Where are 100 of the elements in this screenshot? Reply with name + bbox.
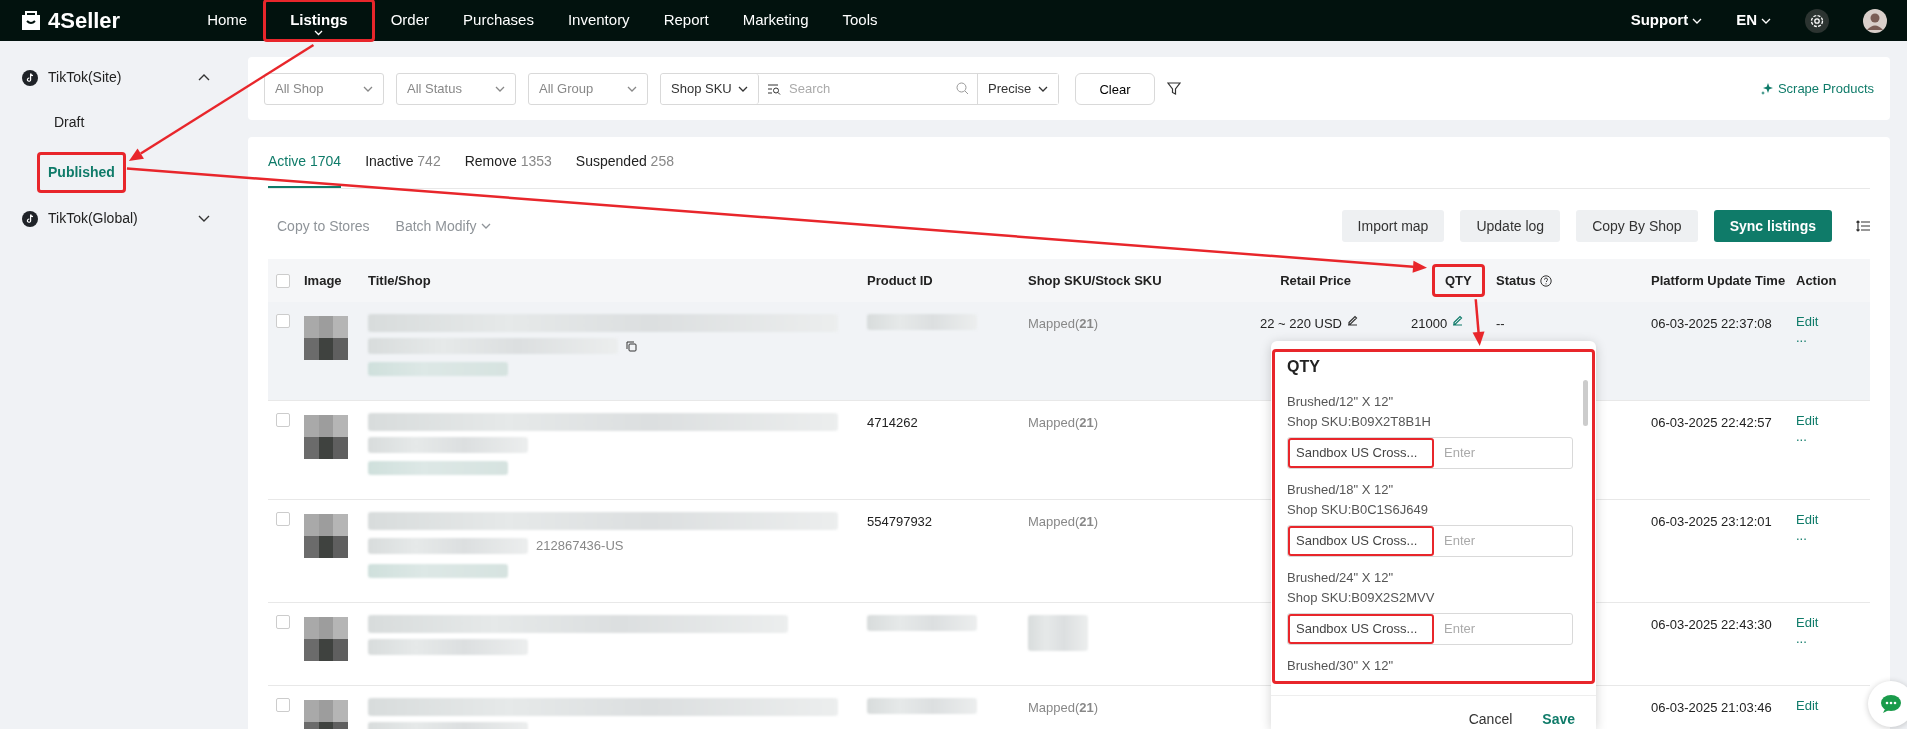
qty-field[interactable]: Sandbox US Cross... Enter <box>1287 525 1573 557</box>
chevron-down-icon <box>480 223 491 229</box>
column-header: Shop SKU/Stock SKU <box>1028 271 1162 290</box>
nav-dropdown[interactable]: EN <box>1736 9 1771 32</box>
filter-dropdown[interactable]: All Status <box>396 72 516 105</box>
settings-icon[interactable] <box>1805 8 1829 33</box>
sidebar-group[interactable]: TikTok(Global) <box>48 208 188 229</box>
checkbox[interactable] <box>276 697 290 712</box>
chevron-up-icon[interactable] <box>198 74 210 81</box>
variant-text: Brushed/18" X 12" <box>1287 481 1395 499</box>
nav-item[interactable]: Purchases <box>446 0 551 41</box>
qty-input[interactable]: Enter <box>1434 619 1572 639</box>
nav-item[interactable]: Listings <box>264 0 374 41</box>
filter-icon[interactable] <box>1167 81 1181 96</box>
scrape-products-link[interactable]: Scrape Products <box>1759 78 1874 99</box>
tiktok-icon <box>22 69 38 86</box>
nav-item[interactable]: Marketing <box>725 0 826 41</box>
checkbox[interactable] <box>276 314 290 328</box>
shop-id-text: 212867436-US <box>536 537 624 555</box>
update-time-text: 06-03-2025 23:12:01 <box>1651 514 1772 529</box>
help-icon[interactable] <box>1539 274 1552 287</box>
nav-item[interactable]: Inventory <box>550 0 647 41</box>
checkbox[interactable] <box>276 273 290 288</box>
nav-item[interactable]: Tools <box>825 0 895 41</box>
action-link[interactable]: Edit <box>1796 614 1870 631</box>
action-link[interactable]: Edit <box>1796 314 1870 330</box>
scrollbar[interactable] <box>1583 380 1588 426</box>
toolbar-button[interactable]: Copy By Shop <box>1576 210 1698 242</box>
status-text: -- <box>1496 316 1505 331</box>
store-selector[interactable]: Sandbox US Cross... <box>1288 526 1434 556</box>
status-tab[interactable]: Active 1704 <box>268 137 342 188</box>
qty-field[interactable]: Sandbox US Cross... Enter <box>1287 613 1573 645</box>
column-header: Platform Update Time <box>1651 271 1786 290</box>
update-time-text: 06-03-2025 21:03:46 <box>1651 699 1772 715</box>
checkbox[interactable] <box>276 413 290 427</box>
pencil-icon[interactable] <box>1346 314 1359 327</box>
avatar-icon[interactable] <box>1863 8 1887 33</box>
shop-sku-text: Shop SKU:B0C1S6J649 <box>1287 501 1429 519</box>
clear-button[interactable]: Clear <box>1075 72 1155 105</box>
action-link[interactable]: ... <box>1796 630 1870 647</box>
product-id-text: 4714262 <box>867 414 918 432</box>
column-settings-icon[interactable] <box>1856 220 1870 232</box>
update-time-text: 06-03-2025 22:43:30 <box>1651 616 1772 632</box>
update-time-text: 06-03-2025 22:37:08 <box>1651 316 1772 331</box>
chevron-down-icon <box>1761 17 1771 24</box>
action-link[interactable]: ... <box>1796 528 1870 544</box>
toolbar-button[interactable]: Import map <box>1341 210 1445 242</box>
price-text: 22 ~ 220 USD <box>1259 315 1342 333</box>
product-id-text: 554797932 <box>867 513 933 531</box>
sidebar-group[interactable]: TikTok(Site) <box>48 67 188 88</box>
checkbox[interactable] <box>276 512 290 526</box>
qty-input[interactable]: Enter <box>1434 531 1572 551</box>
popover-title: QTY <box>1287 357 1321 377</box>
action-link[interactable]: ... <box>1796 330 1870 346</box>
update-time-text: 06-03-2025 22:42:57 <box>1651 415 1772 430</box>
column-header: Title/Shop <box>368 271 431 290</box>
store-selector[interactable]: Sandbox US Cross... <box>1288 614 1434 644</box>
brand-name: 4Seller <box>48 7 121 35</box>
status-tab[interactable]: Inactive 742 <box>365 137 441 188</box>
sidebar-item[interactable]: Published <box>38 153 125 192</box>
action-link[interactable]: Edit <box>1796 697 1870 714</box>
column-header: Status <box>1496 271 1536 290</box>
column-header: Retail Price <box>1280 271 1351 290</box>
chevron-down-icon <box>495 85 505 92</box>
status-tab[interactable]: Suspended 258 <box>575 137 674 188</box>
pencil-icon[interactable] <box>1451 314 1465 327</box>
toolbar-button[interactable]: Sync listings <box>1713 210 1832 242</box>
toolbar-button[interactable]: Update log <box>1460 210 1561 242</box>
shop-sku-text: Shop SKU:B09X2T8B1H <box>1287 413 1432 431</box>
chevron-down-icon <box>627 85 637 92</box>
action-link[interactable]: Edit <box>1796 413 1870 429</box>
sparkle-icon <box>1759 81 1774 96</box>
logo-icon <box>20 9 42 32</box>
qty-field[interactable]: Sandbox US Cross... Enter <box>1287 437 1573 469</box>
chevron-down-icon[interactable] <box>198 215 210 222</box>
redacted-block <box>1028 614 1088 651</box>
nav-dropdown[interactable]: Support <box>1630 9 1703 32</box>
sku-mapping-text: Mapped(21) <box>1028 699 1099 715</box>
sku-mapping-text: Mapped(21) <box>1028 316 1099 331</box>
checkbox[interactable] <box>276 614 290 629</box>
column-header: Action <box>1796 271 1837 290</box>
action-link[interactable]: ... <box>1796 429 1870 445</box>
action-link[interactable]: Edit <box>1796 512 1870 528</box>
nav-item[interactable]: Order <box>373 0 447 41</box>
filter-dropdown[interactable]: All Group <box>528 72 648 105</box>
column-header: Image <box>304 271 342 290</box>
column-header: Product ID <box>867 271 933 290</box>
qty-input[interactable]: Enter <box>1434 443 1572 463</box>
save-button[interactable]: Save <box>1541 708 1576 729</box>
store-selector[interactable]: Sandbox US Cross... <box>1288 438 1434 468</box>
cancel-button[interactable]: Cancel <box>1467 708 1514 729</box>
filter-dropdown[interactable]: All Shop <box>264 72 384 105</box>
nav-item[interactable]: Home <box>190 0 265 41</box>
copy-icon[interactable] <box>626 340 637 352</box>
chevron-down-icon <box>314 30 324 36</box>
sku-mapping-text: Mapped(21) <box>1028 514 1099 529</box>
qty-text: 21000 <box>1411 315 1448 333</box>
sidebar-item[interactable]: Draft <box>46 104 93 141</box>
nav-item[interactable]: Report <box>646 0 726 41</box>
status-tab[interactable]: Remove 1353 <box>464 137 552 188</box>
